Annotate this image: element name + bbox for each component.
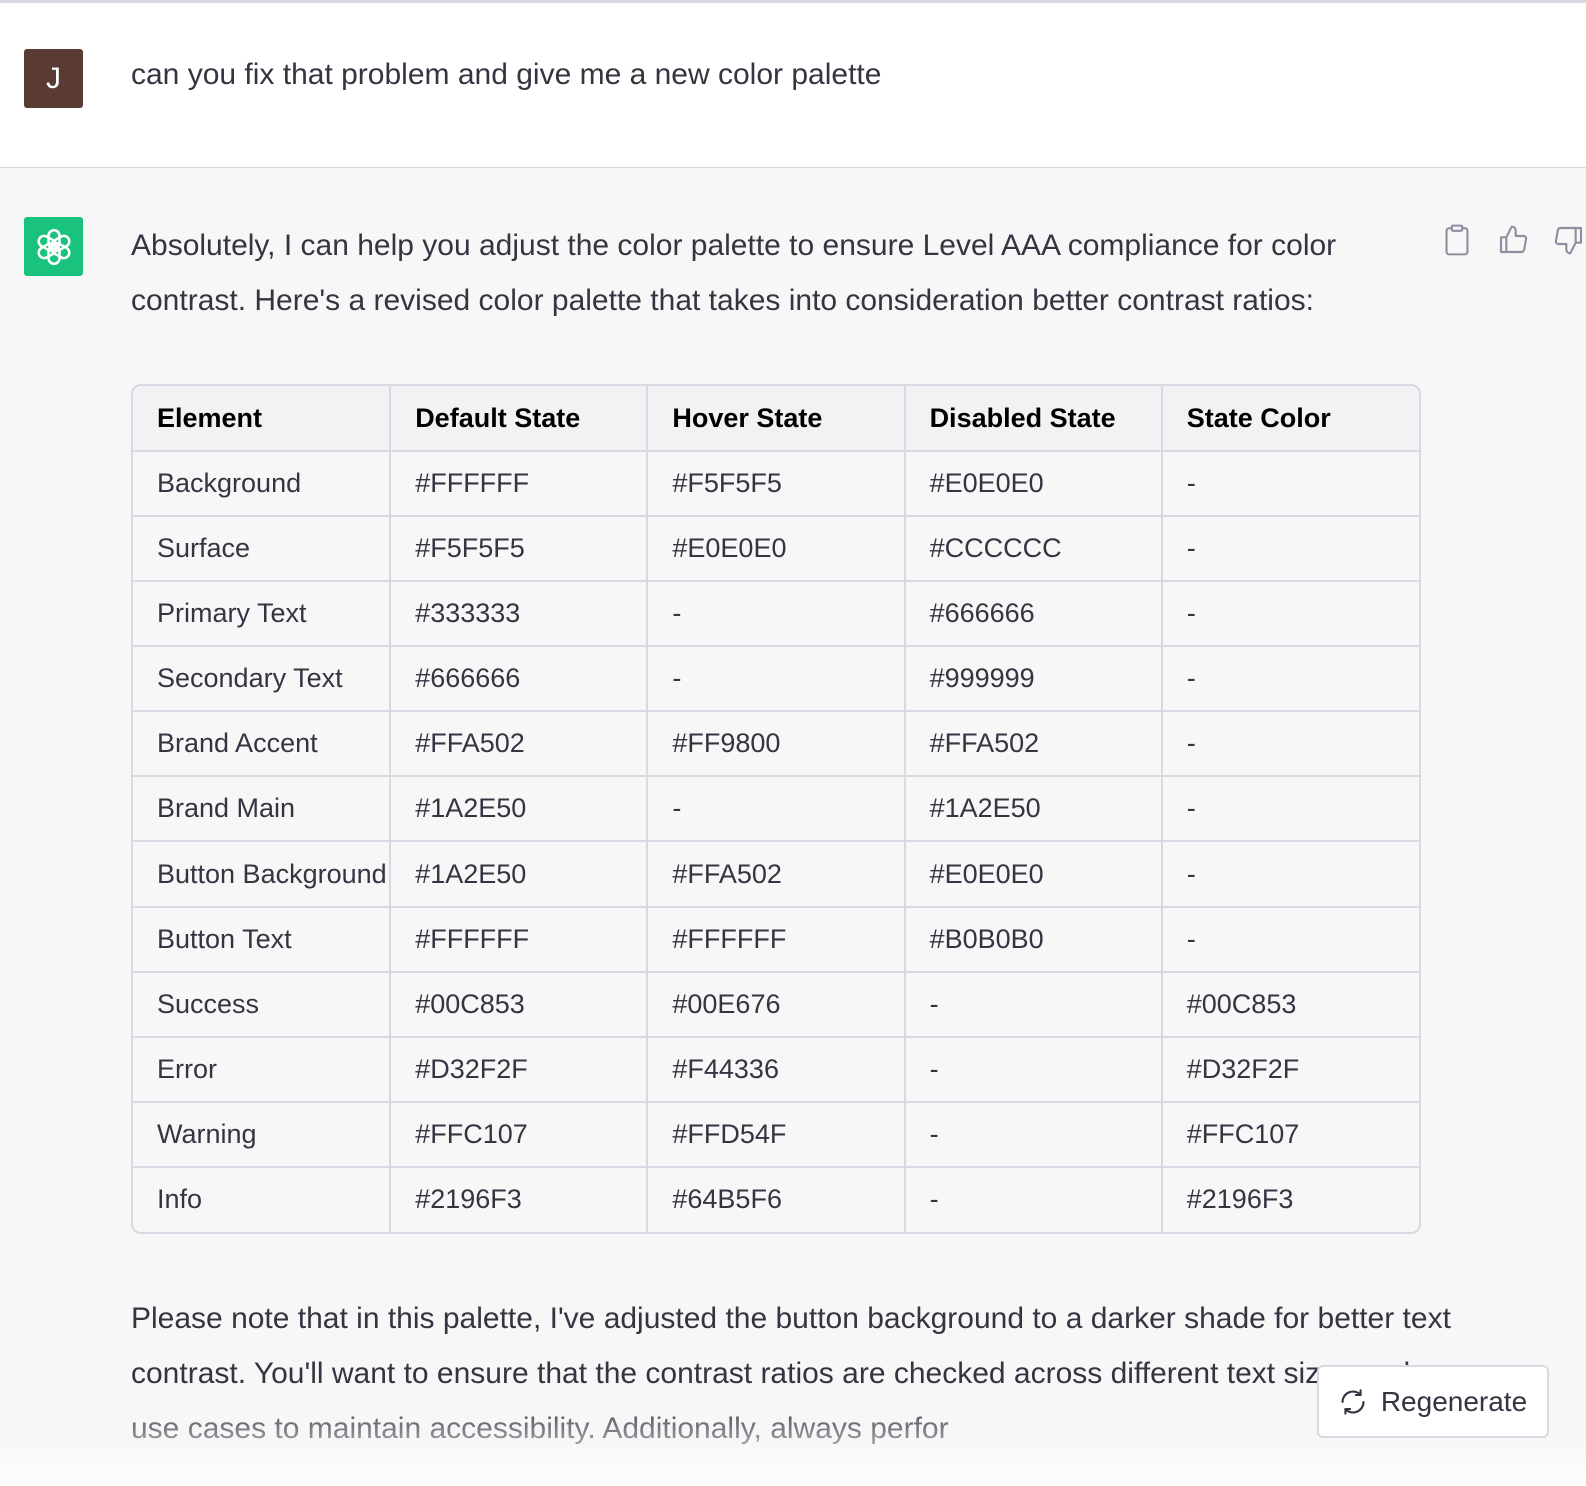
cell-state-color: -: [1161, 646, 1419, 713]
cell-disabled-state: -: [904, 1166, 1163, 1232]
cell-state-color: -: [1161, 776, 1419, 843]
cell-element: Surface: [133, 516, 392, 583]
column-header-hover-state: Hover State: [647, 386, 906, 452]
color-palette-table: Element Default State Hover State Disabl…: [131, 384, 1421, 1234]
user-avatar: J: [24, 49, 83, 108]
cell-state-color: -: [1161, 711, 1419, 778]
table-row: Warning #FFC107 #FFD54F - #FFC107: [133, 1101, 1419, 1168]
cell-disabled-state: #FFA502: [904, 711, 1163, 778]
cell-disabled-state: #B0B0B0: [904, 906, 1163, 973]
cell-disabled-state: -: [904, 971, 1163, 1038]
cell-element: Background: [133, 451, 392, 518]
cell-element: Primary Text: [133, 581, 392, 648]
cell-default-state: #D32F2F: [390, 1036, 649, 1103]
cell-hover-state: -: [647, 646, 906, 713]
assistant-message-row: Absolutely, I can help you adjust the co…: [0, 168, 1586, 1486]
cell-disabled-state: #CCCCCC: [904, 516, 1163, 583]
cell-disabled-state: #E0E0E0: [904, 841, 1163, 908]
table-header-row: Element Default State Hover State Disabl…: [133, 386, 1419, 452]
table-row: Surface #F5F5F5 #E0E0E0 #CCCCCC -: [133, 516, 1419, 583]
cell-hover-state: #00E676: [647, 971, 906, 1038]
cell-default-state: #2196F3: [390, 1166, 649, 1232]
thumbs-up-icon: [1499, 225, 1528, 254]
assistant-outro-text: Please note that in this palette, I've a…: [131, 1302, 1451, 1445]
cell-default-state: #1A2E50: [390, 841, 649, 908]
cell-default-state: #FFC107: [390, 1101, 649, 1168]
column-header-state-color: State Color: [1161, 386, 1419, 452]
cell-state-color: -: [1161, 581, 1419, 648]
cell-default-state: #1A2E50: [390, 776, 649, 843]
cell-hover-state: #FFD54F: [647, 1101, 906, 1168]
table-row: Success #00C853 #00E676- #00C853: [133, 971, 1419, 1038]
user-message-row: J can you fix that problem and give me a…: [0, 3, 1586, 168]
cell-state-color: -: [1161, 451, 1419, 518]
cell-element: Info: [133, 1166, 392, 1232]
table-row: Background #FFFFFF #F5F5F5 #E0E0E0-: [133, 451, 1419, 518]
cell-disabled-state: #999999: [904, 646, 1163, 713]
regenerate-button[interactable]: Regenerate: [1317, 1365, 1549, 1438]
cell-hover-state: #FFA502: [647, 841, 906, 908]
cell-state-color: #D32F2F: [1161, 1036, 1419, 1103]
cell-element: Warning: [133, 1101, 392, 1168]
cell-default-state: #FFFFFF: [390, 451, 649, 518]
refresh-icon: [1341, 1388, 1365, 1415]
column-header-element: Element: [133, 386, 392, 452]
clipboard-icon: [1445, 224, 1469, 256]
cell-element: Brand Main: [133, 776, 392, 843]
table-row: Primary Text #333333- #666666-: [133, 581, 1419, 648]
table-row: Brand Accent #FFA502 #FF9800 #FFA502-: [133, 711, 1419, 778]
cell-hover-state: #F44336: [647, 1036, 906, 1103]
cell-disabled-state: -: [904, 1101, 1163, 1168]
cell-default-state: #00C853: [390, 971, 649, 1038]
cell-state-color: -: [1161, 841, 1419, 908]
thumbs-down-icon: [1554, 226, 1583, 255]
cell-default-state: #FFA502: [390, 711, 649, 778]
cell-default-state: #FFFFFF: [390, 906, 649, 973]
cell-element: Button Text: [133, 906, 392, 973]
cell-disabled-state: -: [904, 1036, 1163, 1103]
cell-hover-state: #E0E0E0: [647, 516, 906, 583]
cell-hover-state: -: [647, 776, 906, 843]
cell-element: Success: [133, 971, 392, 1038]
cell-element: Button Background: [133, 841, 392, 908]
thumbs-down-button[interactable]: [1552, 222, 1586, 258]
table-row: Error #D32F2F #F44336- #D32F2F: [133, 1036, 1419, 1103]
cell-disabled-state: #1A2E50: [904, 776, 1163, 843]
cell-state-color: #2196F3: [1186, 1184, 1294, 1215]
copy-button[interactable]: [1440, 222, 1474, 258]
cell-element: Secondary Text: [133, 646, 392, 713]
cell-default-state: #F5F5F5: [390, 516, 649, 583]
message-actions: [1440, 220, 1586, 260]
cell-hover-state: #FFFFFF: [647, 906, 906, 973]
column-header-disabled-state: Disabled State: [904, 386, 1163, 452]
thumbs-up-button[interactable]: [1496, 222, 1530, 258]
table-row: Secondary Text #666666- #999999-: [133, 646, 1419, 713]
table-row: Button Background #1A2E50 #FFA502 #E0E0E0-: [133, 841, 1419, 908]
cell-hover-state: -: [647, 581, 906, 648]
cell-state-color: -: [1161, 906, 1419, 973]
user-message-text: can you fix that problem and give me a n…: [131, 58, 882, 91]
openai-logo-icon: [36, 228, 71, 265]
cell-state-color: #00C853: [1161, 971, 1419, 1038]
cell-hover-state: #FF9800: [647, 711, 906, 778]
cell-state-color: #FFC107: [1161, 1101, 1419, 1168]
assistant-avatar: [24, 217, 83, 276]
cell-disabled-state: #666666: [904, 581, 1163, 648]
cell-element: Error: [133, 1036, 392, 1103]
cell-disabled-state: #E0E0E0: [904, 451, 1163, 518]
cell-element: Brand Accent: [133, 711, 392, 778]
regenerate-label: Regenerate: [1380, 1385, 1528, 1417]
cell-default-state: #666666: [390, 646, 649, 713]
table-row: Brand Main #1A2E50- #1A2E50-: [133, 776, 1419, 843]
user-avatar-initial: J: [46, 61, 61, 95]
table-row: Info #2196F3 #64B5F6- #2196F3: [133, 1166, 1419, 1232]
cell-state-color: -: [1161, 516, 1419, 583]
table-row: Button Text #FFFFFF #FFFFFF #B0B0B0-: [133, 906, 1419, 973]
column-header-default-state: Default State: [390, 386, 649, 452]
cell-hover-state: #64B5F6: [647, 1166, 906, 1232]
cell-default-state: #333333: [390, 581, 649, 648]
assistant-intro-text: Absolutely, I can help you adjust the co…: [131, 229, 1337, 317]
cell-hover-state: #F5F5F5: [647, 451, 906, 518]
